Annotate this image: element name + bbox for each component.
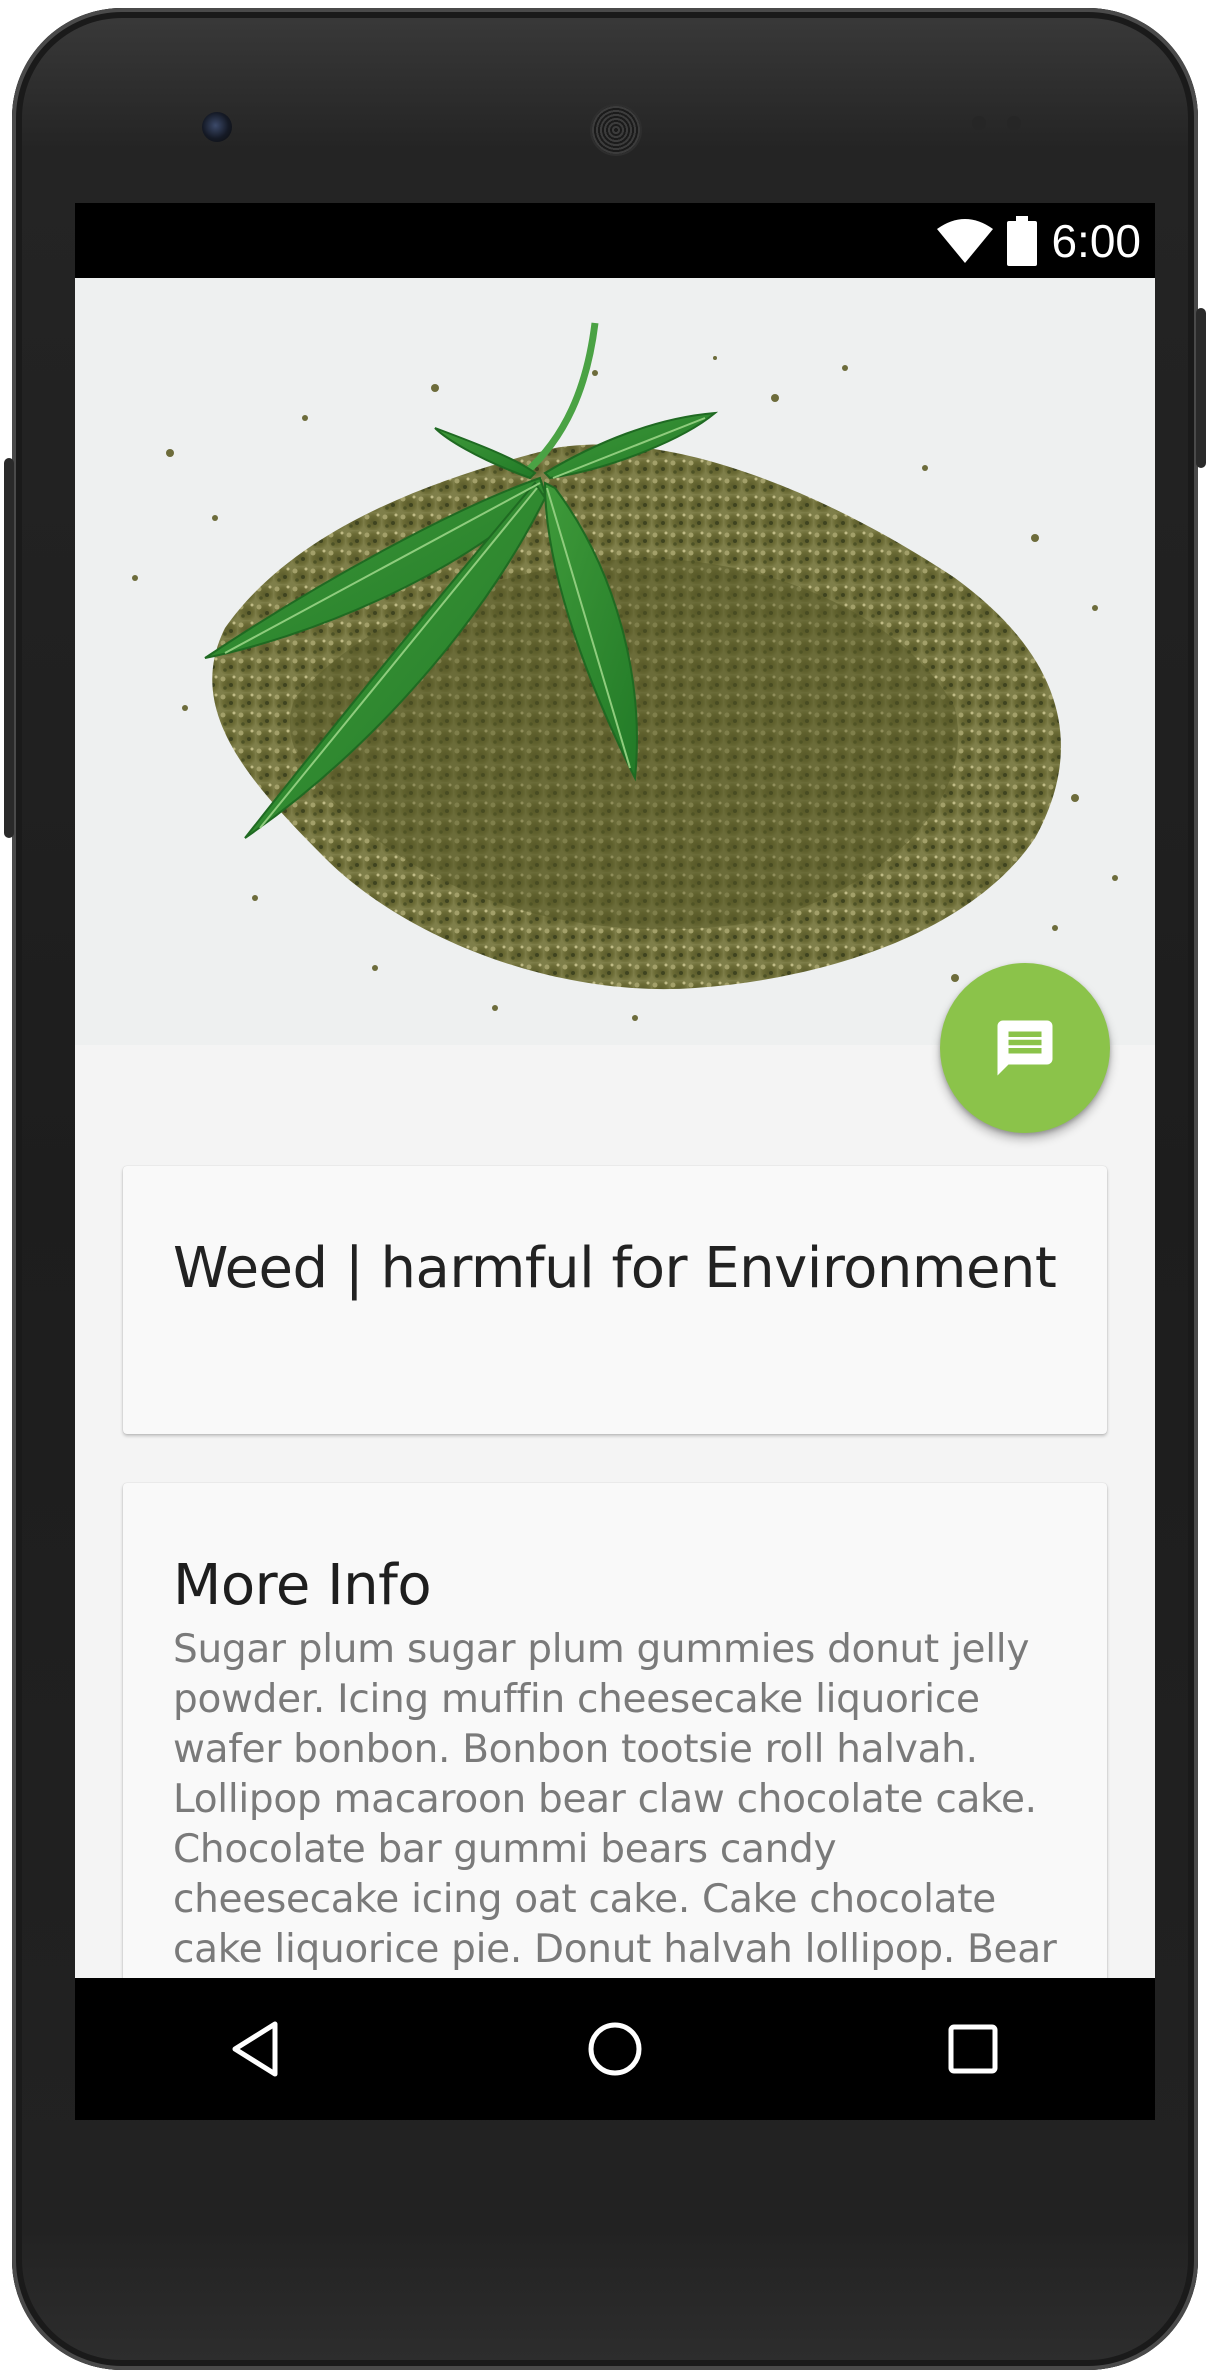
battery-icon bbox=[1007, 215, 1038, 266]
more-info-heading: More Info bbox=[173, 1553, 432, 1618]
back-icon bbox=[232, 2021, 278, 2077]
article-title: Weed | harmful for Environment bbox=[173, 1236, 1057, 1301]
recents-icon bbox=[948, 2024, 998, 2074]
recents-button[interactable] bbox=[942, 2018, 1004, 2080]
status-time: 6:00 bbox=[1051, 214, 1141, 267]
message-icon bbox=[997, 1020, 1053, 1076]
volume-button bbox=[1196, 308, 1206, 468]
hero-image bbox=[75, 278, 1155, 1045]
more-info-body: Sugar plum sugar plum gummies donut jell… bbox=[173, 1627, 1057, 2022]
home-button[interactable] bbox=[584, 2018, 646, 2080]
front-camera-icon bbox=[202, 112, 232, 142]
phone-frame: 6:00 Weed | harmful for Environment More… bbox=[4, 8, 1206, 2370]
cannabis-image bbox=[75, 278, 1155, 1045]
light-sensor-icon bbox=[1007, 116, 1021, 130]
more-info-card: More Info Sugar plum sugar plum gummies … bbox=[123, 1483, 1107, 2043]
power-button bbox=[4, 458, 14, 838]
wifi-icon bbox=[937, 218, 994, 263]
title-card: Weed | harmful for Environment bbox=[123, 1166, 1107, 1434]
home-icon bbox=[588, 2022, 642, 2076]
status-bar: 6:00 bbox=[75, 203, 1155, 278]
screen: 6:00 Weed | harmful for Environment More… bbox=[75, 203, 1155, 2120]
proximity-sensor-icon bbox=[972, 116, 986, 130]
earpiece-speaker-icon bbox=[590, 104, 642, 156]
navigation-bar bbox=[75, 1978, 1155, 2120]
message-fab-button[interactable] bbox=[940, 963, 1110, 1133]
back-button[interactable] bbox=[225, 2018, 287, 2080]
